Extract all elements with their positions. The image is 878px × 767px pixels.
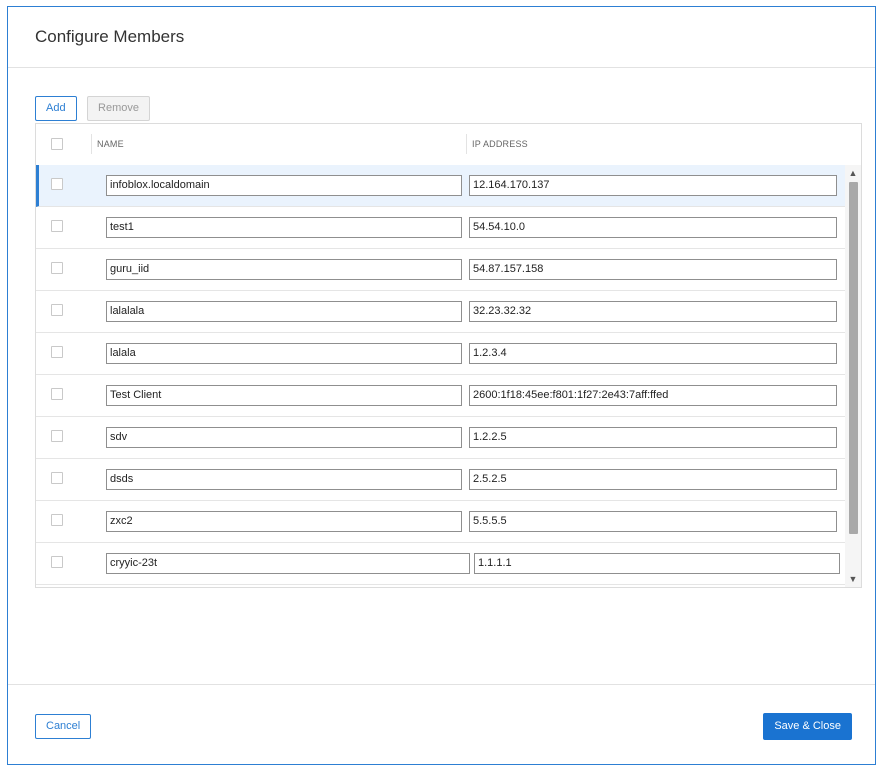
table-row[interactable]: infoblox.localdomain 12.164.170.137 [36,165,845,207]
table-row[interactable]: cryyic-23t 1.1.1.1 [36,543,845,585]
column-divider [91,134,92,154]
add-button[interactable]: Add [35,96,77,121]
ip-address-field[interactable]: 54.87.157.158 [469,259,837,280]
scroll-thumb[interactable] [849,182,858,534]
row-checkbox[interactable] [51,556,63,568]
name-column-header[interactable]: NAME [97,139,124,149]
ip-address-field[interactable]: 1.1.1.1 [474,553,840,574]
name-field[interactable]: dsds [106,469,462,490]
row-checkbox[interactable] [51,388,63,400]
name-field[interactable]: test1 [106,217,462,238]
table-row[interactable]: guru_iid 54.87.157.158 [36,249,845,291]
save-and-close-button[interactable]: Save & Close [763,713,852,740]
table-row[interactable]: sdv 1.2.2.5 [36,417,845,459]
name-field[interactable]: zxc2 [106,511,462,532]
dialog-footer: Cancel Save & Close [8,684,875,764]
select-all-checkbox[interactable] [51,138,63,150]
row-checkbox[interactable] [51,220,63,232]
ip-address-field[interactable]: 2600:1f18:45ee:f801:1f27:2e43:7aff:ffed [469,385,837,406]
name-field[interactable]: lalala [106,343,462,364]
members-grid: NAME IP ADDRESS infoblox.localdomain 12.1… [35,123,862,588]
row-checkbox[interactable] [51,346,63,358]
configure-members-dialog: Configure Members Add Remove NAME IP ADD… [7,6,876,765]
ip-address-field[interactable]: 32.23.32.32 [469,301,837,322]
row-checkbox[interactable] [51,178,63,190]
scroll-up-icon[interactable]: ▲ [845,166,861,180]
row-checkbox[interactable] [51,262,63,274]
row-checkbox[interactable] [51,514,63,526]
name-field[interactable]: guru_iid [106,259,462,280]
grid-body: infoblox.localdomain 12.164.170.137 test1 5… [36,165,845,587]
table-row[interactable]: Test Client 2600:1f18:45ee:f801:1f27:2e43… [36,375,845,417]
ip-address-field[interactable]: 54.54.10.0 [469,217,837,238]
name-field[interactable]: Test Client [106,385,462,406]
ip-address-field[interactable]: 1.2.2.5 [469,427,837,448]
row-checkbox[interactable] [51,472,63,484]
ip-address-field[interactable]: 12.164.170.137 [469,175,837,196]
name-field[interactable]: cryyic-23t [106,553,470,574]
table-row[interactable]: lalalala 32.23.32.32 [36,291,845,333]
table-row[interactable]: zxc2 5.5.5.5 [36,501,845,543]
ip-address-field[interactable]: 2.5.2.5 [469,469,837,490]
dialog-header: Configure Members [8,7,875,68]
grid-toolbar: Add Remove [35,96,150,121]
column-divider [466,134,467,154]
grid-header: NAME IP ADDRESS [36,124,861,166]
name-field[interactable]: infoblox.localdomain [106,175,462,196]
name-field[interactable]: sdv [106,427,462,448]
table-row[interactable]: test1 54.54.10.0 [36,207,845,249]
remove-button[interactable]: Remove [87,96,150,121]
ip-address-column-header[interactable]: IP ADDRESS [472,139,528,149]
scroll-down-icon[interactable]: ▼ [845,572,861,586]
vertical-scrollbar[interactable]: ▲ ▼ [845,165,861,587]
name-field[interactable]: lalalala [106,301,462,322]
cancel-button[interactable]: Cancel [35,714,92,739]
ip-address-field[interactable]: 5.5.5.5 [469,511,837,532]
ip-address-field[interactable]: 1.2.3.4 [469,343,837,364]
table-row[interactable]: dsds 2.5.2.5 [36,459,845,501]
row-checkbox[interactable] [51,304,63,316]
table-row[interactable]: lalala 1.2.3.4 [36,333,845,375]
dialog-title: Configure Members [35,27,185,46]
row-checkbox[interactable] [51,430,63,442]
